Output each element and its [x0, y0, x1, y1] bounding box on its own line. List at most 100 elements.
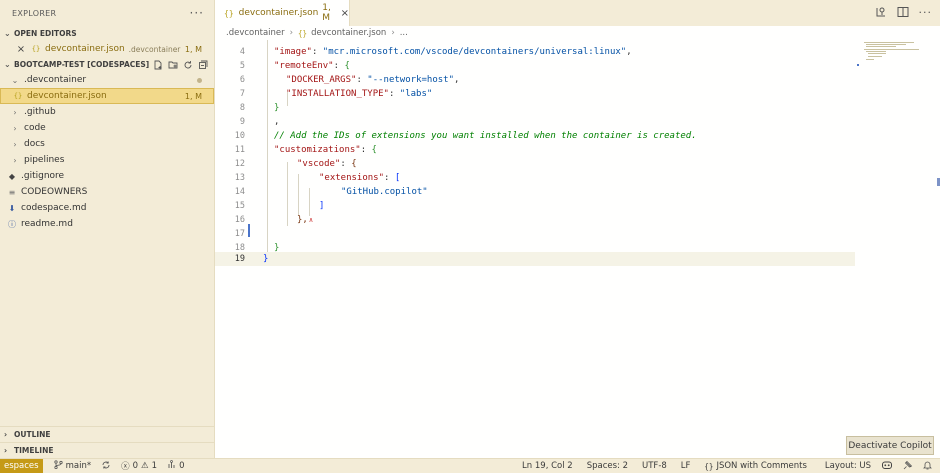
code-line[interactable]: 12 "vscode": {: [215, 157, 855, 171]
json-colon: :: [384, 173, 395, 183]
notifications-status[interactable]: [918, 460, 940, 473]
tree-item-label: readme.md: [21, 219, 73, 229]
open-changes-icon[interactable]: [875, 6, 887, 21]
encoding-status[interactable]: UTF-8: [637, 461, 672, 471]
tree-item-codeowners[interactable]: ≡ CODEOWNERS: [0, 184, 214, 200]
json-colon: :: [333, 61, 345, 71]
code-line[interactable]: 17: [215, 227, 855, 241]
tree-item-codespace-md[interactable]: ⬇ codespace.md: [0, 200, 214, 216]
branch-name: main*: [65, 461, 92, 471]
more-actions-icon[interactable]: ···: [919, 6, 933, 21]
language-mode[interactable]: {} JSON with Comments: [699, 461, 812, 471]
minimap-line: [866, 46, 896, 47]
info-icon: ⓘ: [8, 219, 16, 229]
minimap[interactable]: [860, 40, 928, 70]
indentation-status[interactable]: Spaces: 2: [582, 461, 633, 471]
code-line[interactable]: 4 "image": "mcr.microsoft.com/vscode/dev…: [215, 45, 855, 59]
eol-status[interactable]: LF: [676, 461, 696, 471]
braces-icon: {}: [704, 461, 714, 471]
split-editor-icon[interactable]: [897, 6, 909, 21]
tree-item-pipelines[interactable]: › pipelines: [0, 152, 214, 168]
close-icon[interactable]: ×: [341, 8, 349, 19]
line-number: 9: [239, 117, 245, 127]
workspace-header[interactable]: ⌄ BOOTCAMP-TEST [CODESPACES]: [0, 57, 214, 72]
cursor-position[interactable]: Ln 19, Col 2: [517, 461, 578, 471]
git-branch-icon: [53, 460, 63, 472]
open-editor-folder: .devcontainer: [128, 44, 181, 54]
chevron-right-icon: ›: [4, 430, 8, 439]
timeline-header[interactable]: › TIMELINE: [0, 442, 214, 458]
eol-label: LF: [680, 461, 691, 471]
error-count: 0: [132, 461, 139, 471]
tree-item-gitignore[interactable]: ◆ .gitignore: [0, 168, 214, 184]
status-bar: espaces main* ⓧ 0 ⚠ 1 0 Ln 19, Col 2 Spa…: [0, 458, 940, 473]
code-line[interactable]: 6 "DOCKER_ARGS": "--network=host",: [215, 73, 855, 87]
code-line-current[interactable]: 19 }: [215, 252, 855, 266]
collapse-all-icon[interactable]: [198, 60, 208, 70]
sync-status[interactable]: [96, 460, 116, 473]
close-icon[interactable]: ×: [15, 44, 27, 55]
code-line[interactable]: 8 }: [215, 101, 855, 115]
tree-item-github[interactable]: › .github: [0, 104, 214, 120]
feedback-status[interactable]: [898, 460, 918, 473]
editor-tab-bar: {} devcontainer.json 1, M × ···: [215, 0, 940, 26]
code-line[interactable]: 16 },∧: [215, 213, 855, 227]
explorer-sidebar: EXPLORER ··· ⌄ OPEN EDITORS × {} devcont…: [0, 0, 215, 458]
line-number: 14: [234, 187, 245, 197]
refresh-icon[interactable]: [183, 60, 193, 70]
open-editor-item[interactable]: × {} devcontainer.json .devcontainer 1, …: [0, 41, 214, 57]
new-file-icon[interactable]: [153, 60, 163, 70]
ports-count: 0: [179, 461, 185, 471]
open-editors-header[interactable]: ⌄ OPEN EDITORS: [0, 26, 214, 41]
json-brace: {: [371, 145, 377, 155]
code-line[interactable]: 10 // Add the IDs of extensions you want…: [215, 129, 855, 143]
line-number: 12: [234, 159, 245, 169]
code-line[interactable]: 11 "customizations": {: [215, 143, 855, 157]
tree-item-readme-md[interactable]: ⓘ readme.md: [0, 216, 214, 232]
chevron-down-icon: ⌄: [11, 75, 19, 85]
breadcrumb-folder[interactable]: .devcontainer: [226, 28, 285, 38]
breadcrumb-more[interactable]: ...: [400, 28, 408, 38]
copilot-status[interactable]: [876, 460, 898, 473]
line-number: 8: [239, 103, 245, 113]
code-line[interactable]: 7 "INSTALLATION_TYPE": "labs": [215, 87, 855, 101]
language-label: JSON with Comments: [716, 461, 807, 471]
tree-item-code[interactable]: › code: [0, 120, 214, 136]
tree-item-label: codespace.md: [21, 203, 87, 213]
code-line[interactable]: 15 ]: [215, 199, 855, 213]
problems-status[interactable]: ⓧ 0 ⚠ 1: [116, 460, 162, 472]
breadcrumb-file[interactable]: devcontainer.json: [311, 28, 386, 38]
outline-label: OUTLINE: [14, 430, 51, 439]
remote-indicator[interactable]: espaces: [0, 458, 43, 473]
code-comment: // Add the IDs of extensions you want in…: [274, 131, 697, 141]
new-folder-icon[interactable]: [168, 60, 178, 70]
chevron-down-icon: ⌄: [4, 60, 11, 69]
code-line[interactable]: 5 "remoteEnv": {: [215, 59, 855, 73]
tree-item-devcontainer[interactable]: ⌄ .devcontainer: [0, 72, 214, 88]
code-line[interactable]: 14 "GitHub.copilot": [215, 185, 855, 199]
tab-devcontainer-json[interactable]: {} devcontainer.json 1, M ×: [215, 0, 350, 26]
tab-badge: 1, M: [322, 3, 331, 23]
copilot-icon: [881, 460, 893, 473]
suggestion-icon[interactable]: ∧: [309, 216, 313, 224]
line-number: 5: [239, 61, 245, 71]
outline-header[interactable]: › OUTLINE: [0, 426, 214, 442]
open-editor-filename: devcontainer.json: [45, 44, 125, 54]
status-bar-right: Ln 19, Col 2 Spaces: 2 UTF-8 LF {} JSON …: [517, 460, 940, 473]
tree-item-devcontainer-json[interactable]: {} devcontainer.json 1, M: [0, 88, 214, 104]
keyboard-layout[interactable]: Layout: US: [820, 461, 876, 471]
ports-status[interactable]: 0: [162, 460, 189, 472]
code-line[interactable]: 13 "extensions": [: [215, 171, 855, 185]
code-editor[interactable]: 4 "image": "mcr.microsoft.com/vscode/dev…: [215, 40, 940, 458]
tree-item-label: code: [24, 123, 46, 133]
minimap-line: [866, 59, 874, 60]
branch-status[interactable]: main*: [49, 460, 97, 472]
tree-item-docs[interactable]: › docs: [0, 136, 214, 152]
line-number: 11: [234, 145, 245, 155]
json-bracket: ]: [319, 201, 325, 211]
more-actions-icon[interactable]: ···: [190, 6, 204, 20]
json-value: "mcr.microsoft.com/vscode/devcontainers/…: [322, 47, 627, 57]
code-line[interactable]: 9 ,: [215, 115, 855, 129]
chevron-right-icon: ›: [4, 446, 8, 455]
breadcrumb-separator: ›: [289, 28, 294, 38]
